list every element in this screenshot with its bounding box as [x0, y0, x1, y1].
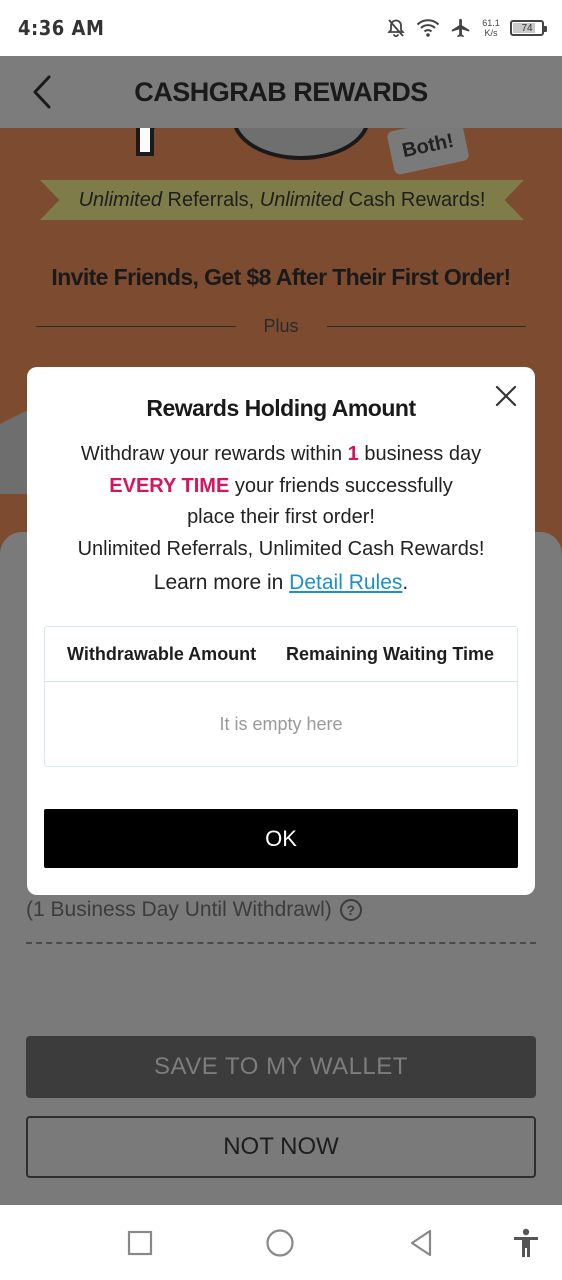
accessibility-icon: [514, 1228, 538, 1257]
table-header: Withdrawable Amount Remaining Waiting Ti…: [45, 627, 517, 682]
description-line-4: Unlimited Referrals, Unlimited Cash Rewa…: [77, 537, 485, 560]
holding-note: (1 Business Day Until Withdrawl) ?: [26, 898, 362, 922]
network-speed-unit: K/s: [484, 28, 498, 38]
status-bar: 4:36 AM 61.1 K/s 74: [0, 0, 562, 56]
line1-pre: Withdraw your rewards within: [80, 443, 348, 465]
battery-icon: 74: [510, 20, 547, 36]
back-triangle-icon: [410, 1229, 432, 1257]
battery-level: 74: [521, 22, 533, 34]
divider-line: [36, 325, 236, 327]
description-line-1: Withdraw your rewards within 1 business …: [27, 439, 535, 471]
app-header: CASHGRAB REWARDS: [0, 56, 562, 128]
recents-button[interactable]: [124, 1227, 156, 1259]
home-circle-icon: [266, 1229, 294, 1257]
network-speed: 61.1 K/s: [482, 18, 500, 38]
days-count: 1: [347, 443, 359, 465]
help-icon[interactable]: ?: [339, 899, 362, 921]
line2-post: your friends successfully: [229, 474, 453, 497]
airplane-icon: [451, 18, 470, 38]
plus-label: Plus: [263, 315, 299, 336]
every-time-accent: EVERY TIME: [109, 474, 230, 497]
plus-divider: Plus: [36, 314, 527, 338]
ribbon-text-3: Unlimited: [259, 188, 344, 211]
back-nav-button[interactable]: [405, 1227, 437, 1259]
dashed-divider: [26, 942, 536, 944]
rewards-holding-modal: Rewards Holding Amount Withdraw your rew…: [27, 367, 535, 895]
wifi-icon: [416, 19, 440, 37]
save-to-wallet-button[interactable]: SAVE TO MY WALLET: [26, 1036, 536, 1098]
divider-line: [326, 325, 527, 327]
ribbon-text-2: Referrals,: [161, 188, 260, 211]
network-speed-value: 61.1: [482, 18, 500, 28]
both-badge: Both!: [386, 128, 470, 176]
learn-more-text: Learn more in: [153, 571, 290, 594]
home-button[interactable]: [264, 1227, 296, 1259]
learn-more-period: .: [402, 571, 409, 594]
promo-graphic: [232, 128, 370, 160]
column-header-waiting-time: Remaining Waiting Time: [286, 643, 495, 664]
not-now-button[interactable]: NOT NOW: [26, 1116, 536, 1178]
accessibility-button[interactable]: [510, 1227, 542, 1259]
line1-post: business day: [358, 443, 482, 465]
description-line-2: EVERY TIME your friends successfully: [27, 471, 535, 503]
invite-headline: Invite Friends, Get $8 After Their First…: [51, 264, 511, 290]
referral-ribbon: Unlimited Referrals, Unlimited Cash Rewa…: [40, 180, 524, 220]
notifications-off-icon: [387, 19, 405, 38]
detail-rules-link[interactable]: Detail Rules: [289, 571, 402, 594]
dollar-sign-icon: [136, 128, 156, 156]
status-icons: 61.1 K/s 74: [386, 14, 547, 42]
rewards-table: Withdrawable Amount Remaining Waiting Ti…: [44, 626, 518, 767]
page-title: CASHGRAB REWARDS: [134, 77, 428, 107]
learn-more: Learn more in Detail Rules.: [27, 571, 535, 595]
modal-title: Rewards Holding Amount: [146, 395, 416, 421]
column-header-amount: Withdrawable Amount: [67, 643, 257, 664]
description-line-3: place their first order!: [187, 506, 375, 528]
recents-square-icon: [127, 1230, 153, 1256]
system-nav-bar: [0, 1205, 562, 1280]
status-time: 4:36 AM: [18, 16, 105, 40]
ok-button[interactable]: OK: [44, 809, 518, 868]
ribbon-text-1: Unlimited: [78, 188, 162, 211]
holding-note-text: (1 Business Day Until Withdrawl): [26, 898, 332, 921]
empty-state: It is empty here: [219, 713, 343, 734]
modal-description: Withdraw your rewards within 1 business …: [27, 439, 535, 565]
ribbon-text-4: Cash Rewards!: [343, 188, 486, 211]
